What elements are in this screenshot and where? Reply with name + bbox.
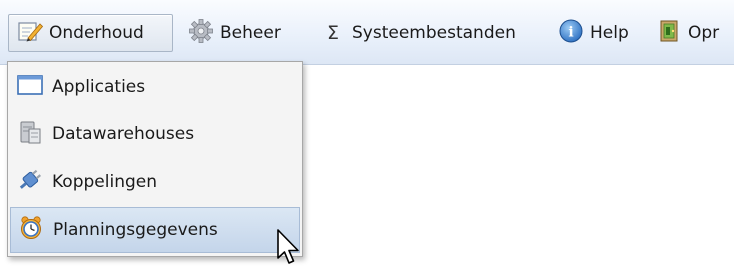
menu-onderhoud-label: Onderhoud bbox=[49, 23, 144, 43]
plug-icon bbox=[16, 167, 44, 198]
menu-item-applicaties[interactable]: Applicaties bbox=[10, 64, 300, 110]
menu-onderhoud[interactable]: Onderhoud bbox=[8, 14, 173, 52]
menu-beheer-label: Beheer bbox=[220, 23, 281, 43]
window-icon bbox=[16, 73, 44, 102]
menu-systeembestanden[interactable]: Σ Systeembestanden bbox=[320, 14, 516, 52]
mouse-cursor-icon bbox=[275, 228, 305, 273]
menu-item-datawarehouses[interactable]: Datawarehouses bbox=[10, 111, 300, 157]
menu-item-label: Planningsgegevens bbox=[53, 220, 218, 240]
database-server-icon bbox=[16, 119, 44, 150]
onderhoud-dropdown-menu: Applicaties Datawarehouses Koppelingen P… bbox=[7, 61, 303, 257]
menu-bar: Onderhoud Beheer Σ Systeembestanden i He… bbox=[0, 0, 734, 65]
menu-opr[interactable]: Opr bbox=[656, 14, 719, 52]
menu-help-label: Help bbox=[590, 23, 629, 43]
sigma-icon: Σ bbox=[326, 22, 339, 44]
info-icon: i bbox=[558, 18, 584, 49]
pencil-note-icon bbox=[17, 19, 44, 48]
menu-help[interactable]: i Help bbox=[558, 14, 629, 52]
svg-text:i: i bbox=[568, 24, 573, 40]
menu-item-label: Applicaties bbox=[52, 77, 146, 97]
menu-opr-label: Opr bbox=[688, 23, 720, 43]
exit-door-icon bbox=[656, 18, 682, 49]
alarm-clock-icon bbox=[17, 215, 45, 246]
menu-item-label: Datawarehouses bbox=[52, 124, 195, 144]
menu-item-koppelingen[interactable]: Koppelingen bbox=[10, 159, 300, 205]
menu-systeembestanden-label: Systeembestanden bbox=[352, 23, 516, 43]
gear-icon bbox=[188, 18, 214, 49]
menu-beheer[interactable]: Beheer bbox=[188, 14, 281, 52]
menu-item-label: Koppelingen bbox=[52, 172, 157, 192]
menu-item-planningsgegevens[interactable]: Planningsgegevens bbox=[10, 207, 300, 253]
